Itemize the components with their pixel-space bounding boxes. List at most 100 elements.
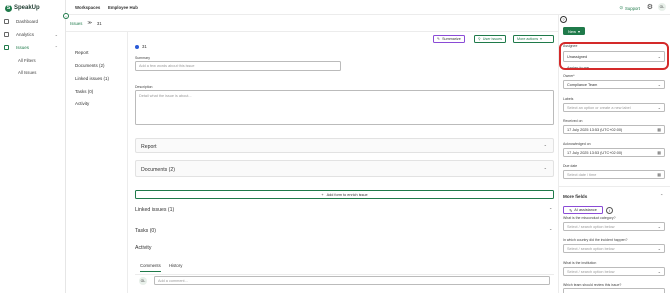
country-select[interactable]: Select / search option below ⌄ <box>563 244 665 253</box>
documents-panel-title: Documents (2) <box>141 167 176 173</box>
ai-assistance-button[interactable]: ✎ AI assistance <box>563 206 603 214</box>
analytics-icon <box>4 32 9 37</box>
chevron-down-icon: ▾ <box>540 37 542 41</box>
ai-assistance-label: AI assistance <box>574 208 597 212</box>
app-root: S SpeakUp Dashboard Analytics ⌄ Issues ⌃… <box>0 0 670 293</box>
summarize-label: Summarize <box>442 37 461 41</box>
tab-comments[interactable]: Comments <box>140 263 161 272</box>
owner-select[interactable]: Compliance Team ⌄ <box>563 80 665 89</box>
more-actions-button[interactable]: More actions ▾ <box>513 35 554 43</box>
tab-employee-hub[interactable]: Employee Hub <box>108 5 138 10</box>
sidebar-item-issues[interactable]: Issues ⌃ <box>4 43 62 52</box>
calendar-icon[interactable]: ▦ <box>657 150 661 155</box>
chevron-up-icon: ⌃ <box>54 45 58 50</box>
help-icon[interactable]: ? <box>560 16 567 23</box>
calendar-icon[interactable]: ▦ <box>657 172 661 177</box>
summarize-button[interactable]: ✎ Summarize <box>433 35 465 43</box>
divider <box>558 186 670 187</box>
labels-select[interactable]: Select an option or create a new label ⌄ <box>563 103 665 112</box>
user-issues-button[interactable]: ⚲ User issues <box>474 35 506 43</box>
support-link[interactable]: ⊙ Support <box>619 5 640 11</box>
breadcrumb: Issues ≫ 31 <box>70 20 102 26</box>
description-field[interactable]: Detail what the issue is about... <box>135 90 554 125</box>
section-nav-tasks[interactable]: Tasks (0) <box>75 89 93 94</box>
labels-placeholder: Select an option or create a new label <box>567 105 631 110</box>
linked-issues-title[interactable]: Linked issues (1) <box>135 207 174 213</box>
activity-title: Activity <box>135 245 152 251</box>
labels-label: Labels <box>563 97 574 101</box>
due-date-label: Due date <box>563 164 578 168</box>
sidebar-item-label: Analytics <box>16 32 35 37</box>
summary-input[interactable]: Add a few words about this issue <box>135 61 341 71</box>
issues-icon <box>4 45 9 50</box>
chevron-down-icon[interactable]: ⌄ <box>544 165 547 170</box>
section-nav-report[interactable]: Report <box>75 50 89 55</box>
add-form-label: Add form to enrich issue <box>326 192 368 197</box>
add-form-button[interactable]: + Add form to enrich issue <box>135 190 554 199</box>
select-placeholder: Select / search option below <box>567 269 615 274</box>
sidebar: S SpeakUp Dashboard Analytics ⌄ Issues ⌃… <box>0 0 66 293</box>
section-nav: Report Documents (2) Linked issues (1) T… <box>66 32 128 293</box>
more-fields-title[interactable]: More fields <box>563 194 587 199</box>
chevron-down-icon: ▾ <box>578 28 581 34</box>
sparkle-icon: ✎ <box>569 208 573 213</box>
dashboard-icon <box>4 19 9 24</box>
comment-input[interactable]: Add a comment... <box>154 276 550 285</box>
owner-value: Compliance Team <box>567 82 598 87</box>
issue-id-value: 31 <box>142 44 147 49</box>
calendar-icon[interactable]: ▦ <box>657 127 661 132</box>
section-nav-documents[interactable]: Documents (2) <box>75 63 105 68</box>
sidebar-subitem-all-issues[interactable]: All Issues <box>18 70 36 75</box>
logo-icon: S <box>5 4 12 12</box>
documents-panel[interactable]: Documents (2) ⌄ <box>135 160 554 177</box>
support-icon: ⊙ <box>619 5 623 10</box>
select-placeholder: Select / search option below <box>567 246 615 251</box>
user-icon: ⚲ <box>478 37 481 41</box>
sidebar-item-analytics[interactable]: Analytics ⌄ <box>4 30 62 39</box>
sidebar-item-dashboard[interactable]: Dashboard <box>4 17 62 26</box>
chevron-up-icon[interactable]: ⌃ <box>660 193 663 198</box>
breadcrumb-issues[interactable]: Issues <box>70 21 82 26</box>
team-select[interactable] <box>563 288 665 293</box>
chevron-down-icon[interactable]: ⌄ <box>549 205 552 210</box>
chevron-down-icon: ⌄ <box>657 269 661 274</box>
report-panel[interactable]: Report ⌄ <box>135 138 554 153</box>
sidebar-subitem-all-filters[interactable]: All Filters <box>18 58 36 63</box>
chevron-down-icon: ⌄ <box>657 246 661 251</box>
institution-select[interactable]: Select / search option below ⌄ <box>563 267 665 276</box>
support-label: Support <box>624 5 640 11</box>
chevron-down-icon: ⌄ <box>657 105 661 110</box>
breadcrumb-current: 31 <box>96 20 102 26</box>
plus-icon: + <box>321 192 324 197</box>
due-date-input[interactable]: Select date / time ▦ <box>563 170 665 179</box>
misconduct-select[interactable]: Select / search option below ⌄ <box>563 222 665 231</box>
received-label: Received on <box>563 119 583 123</box>
select-placeholder: Select / search option below <box>567 224 615 229</box>
status-dot-icon <box>135 44 139 49</box>
received-date-input[interactable]: 17 July 2025 13:53 (UTC+02:00) ▦ <box>563 125 665 134</box>
tasks-title[interactable]: Tasks (0) <box>135 228 156 234</box>
report-panel-title: Report <box>141 144 157 150</box>
summary-label: Summary <box>135 56 150 60</box>
new-button[interactable]: New ▾ <box>563 27 585 35</box>
acknowledged-date-input[interactable]: 17 July 2025 13:53 (UTC+02:00) ▦ <box>563 148 665 157</box>
avatar[interactable]: GL <box>658 3 666 11</box>
gear-icon[interactable]: ⚙ <box>647 3 653 11</box>
tab-history[interactable]: History <box>169 263 182 268</box>
question-team-label: Which team should review this issue? <box>563 283 622 287</box>
section-nav-activity[interactable]: Activity <box>75 101 89 106</box>
owner-label: Owner* <box>563 74 575 78</box>
collapse-sidebar-button[interactable]: ‹ <box>63 13 69 19</box>
logo[interactable]: S SpeakUp <box>5 4 40 12</box>
tab-workspaces[interactable]: Workspaces <box>75 5 100 10</box>
new-label: New <box>567 28 576 34</box>
acknowledged-label: Acknowledged on <box>563 142 591 146</box>
section-nav-linked-issues[interactable]: Linked issues (1) <box>75 76 109 81</box>
user-issues-label: User issues <box>482 37 502 41</box>
chevron-down-icon[interactable]: ⌄ <box>544 142 547 147</box>
question-misconduct-label: What is the misconduct category? <box>563 216 616 220</box>
more-actions-label: More actions <box>517 37 539 41</box>
chevron-down-icon[interactable]: ⌄ <box>549 226 552 231</box>
sidebar-item-label: Dashboard <box>16 19 39 24</box>
info-icon[interactable]: i <box>606 207 613 214</box>
